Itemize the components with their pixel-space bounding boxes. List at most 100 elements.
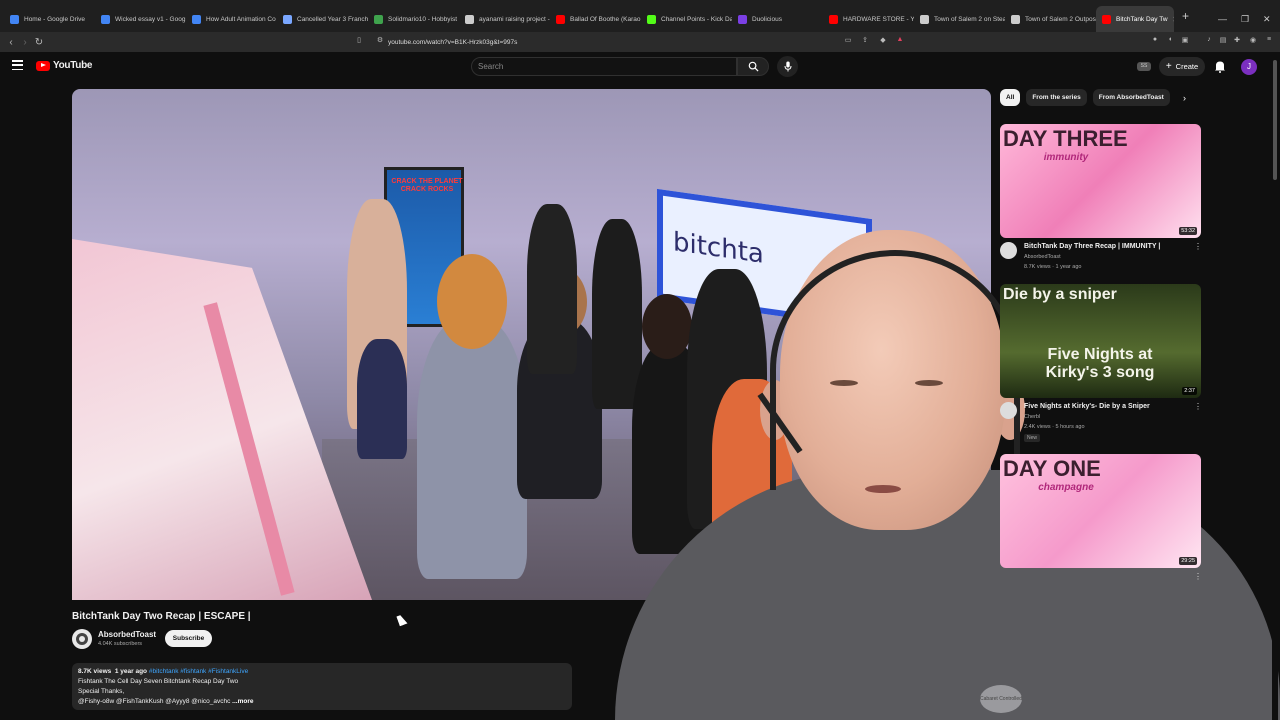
channel-avatar[interactable] (1000, 242, 1017, 259)
reload-icon[interactable]: ↻ (32, 37, 46, 48)
tab-label: Town of Salem 2 Outpos (1025, 15, 1096, 23)
webcam-mouth (865, 485, 901, 493)
tab-favicon-icon (920, 14, 929, 24)
address-bar[interactable]: youtube.com/watch?v=B1K-Hrzk03g&t=997s (370, 35, 910, 49)
description-line: Fishtank The Cell Day Seven Bitchtank Re… (78, 678, 239, 685)
notifications-bell-icon[interactable] (1214, 60, 1226, 73)
search-input[interactable]: Search (471, 57, 737, 76)
recommended-video[interactable]: DAY ONE champagne 29:25 ⋮ (1000, 454, 1202, 581)
tab-favicon-icon (738, 14, 747, 24)
browser-tab[interactable]: Home - Google Drive (4, 6, 95, 32)
description-box[interactable]: 8.7K views 1 year ago #bitchtank #fishta… (72, 663, 572, 710)
subscribe-button[interactable]: Subscribe (165, 630, 212, 647)
filter-chip[interactable]: All (1000, 89, 1021, 106)
video-duration: 2:37 (1182, 387, 1197, 395)
thumbnail-title-text: Die by a sniper (1003, 286, 1117, 303)
chevron-right-icon[interactable]: › (1183, 93, 1186, 103)
channel-avatar[interactable] (72, 629, 92, 649)
recommended-video-title: Five Nights at Kirky's- Die by a Sniper (1024, 403, 1150, 410)
description-meta: 8.7K views 1 year ago #bitchtank #fishta… (78, 667, 566, 677)
webcam-eye (830, 380, 858, 386)
browser-tab[interactable]: Ballad Of Boothe (Karao (550, 6, 641, 32)
show-more-link[interactable]: ...more (232, 698, 253, 705)
scene-screen-left-text: CRACK THE PLANET CRACK ROCKS (391, 178, 463, 194)
video-thumbnail[interactable]: Die by a sniper Five Nights at Kirky's 3 … (1000, 284, 1201, 398)
browser-tab[interactable]: Channel Points - Kick Da (641, 6, 732, 32)
upload-age: 1 year ago (114, 668, 148, 675)
channel-name[interactable]: AbsorbedToast (98, 630, 156, 639)
tab-favicon-icon (647, 14, 656, 24)
recommended-video-channel[interactable]: Cherbl (1024, 414, 1040, 420)
more-options-icon[interactable]: ⋮ (1194, 572, 1202, 581)
new-tab-button[interactable]: + (1182, 9, 1189, 23)
close-window-icon[interactable]: ✕ (1263, 14, 1271, 25)
browser-menu-icon[interactable]: ≡ (1264, 36, 1274, 46)
share-icon[interactable]: ⇪ (860, 36, 870, 46)
video-duration: 29:25 (1179, 557, 1197, 565)
music-icon[interactable]: ♪ (1204, 36, 1214, 46)
maximize-icon[interactable]: ❐ (1241, 14, 1249, 25)
bookmark-icon[interactable]: ▯ (354, 36, 364, 46)
tab-favicon-icon (1102, 14, 1111, 24)
browser-tab[interactable]: BitchTank Day Tw ✕ (1096, 6, 1174, 32)
video-thumbnail[interactable]: DAY THREE immunity 53:32 (1000, 124, 1201, 238)
extension-icon-3[interactable]: ◐ (1166, 36, 1176, 46)
hamburger-menu-icon[interactable] (12, 60, 23, 70)
description-mentions: @Fishy-o8w @FishTankKush @Ayyy8 @nico_av… (78, 698, 231, 705)
back-icon[interactable]: ‹ (4, 37, 18, 48)
voice-search-button[interactable] (777, 56, 798, 77)
filter-chip[interactable]: From AbsorbedToast (1092, 89, 1170, 106)
recommended-video[interactable]: DAY THREE immunity 53:32 BitchTank Day Thre… (1000, 124, 1202, 270)
tab-close-icon[interactable]: ✕ (1173, 15, 1174, 24)
search-button[interactable] (737, 57, 769, 76)
minimize-icon[interactable]: — (1218, 14, 1227, 24)
extension-icon[interactable]: ▲ (895, 36, 905, 46)
search-icon (748, 61, 759, 72)
browser-tab[interactable]: Solidmario10 - Hobbyist (368, 6, 459, 32)
hashtags[interactable]: #bitchtank #fishtank #FishtankLive (149, 668, 248, 675)
shirt-logo: Cabaret Controlled (980, 685, 1022, 713)
recommended-video-channel[interactable]: AbsorbedToast (1024, 254, 1061, 260)
browser-tab[interactable]: Cancelled Year 3 Franch (277, 6, 368, 32)
tab-label: Solidmario10 - Hobbyist (388, 15, 458, 23)
scrollbar-thumb[interactable] (1273, 60, 1277, 180)
recommended-video[interactable]: Die by a sniper Five Nights at Kirky's 3 … (1000, 284, 1202, 442)
ss-badge[interactable]: SS (1137, 62, 1151, 71)
thumbnail-subtitle-text: Five Nights at Kirky's 3 song (1045, 346, 1155, 381)
screen-icon[interactable]: ▭ (843, 36, 853, 46)
filter-chip[interactable]: From the series (1026, 89, 1087, 106)
browser-tab[interactable]: Wicked essay v1 - Goog (95, 6, 186, 32)
site-info-icon[interactable]: ⚙ (375, 36, 385, 46)
microphone-icon (784, 61, 791, 72)
extension-icon-4[interactable]: ▣ (1180, 36, 1190, 46)
browser-tab[interactable]: How Adult Animation Co (186, 6, 277, 32)
youtube-logo[interactable]: YouTube (36, 60, 93, 71)
scene-person-head (437, 254, 507, 349)
browser-tab[interactable]: Town of Salem 2 on Stea (914, 6, 1005, 32)
recommended-video-stats: 2.4K views · 5 hours ago (1024, 424, 1085, 430)
video-thumbnail[interactable]: DAY ONE champagne 29:25 (1000, 454, 1201, 568)
extension-icon-5[interactable]: ▤ (1218, 36, 1228, 46)
shield-icon[interactable]: ◆ (878, 36, 888, 46)
create-button[interactable]: + Create (1159, 57, 1205, 76)
description-line: @Fishy-o8w @FishTankKush @Ayyy8 @nico_av… (78, 697, 566, 707)
puzzle-icon[interactable]: ✚ (1232, 36, 1242, 46)
channel-avatar[interactable] (1000, 402, 1017, 419)
extension-icon-2[interactable]: ● (1150, 36, 1160, 46)
browser-tab[interactable]: ayanami raising project - (459, 6, 550, 32)
video-title: BitchTank Day Two Recap | ESCAPE | (72, 611, 251, 622)
tab-favicon-icon (374, 14, 383, 24)
tab-label: Town of Salem 2 on Stea (934, 15, 1005, 23)
scene-bed (72, 239, 372, 600)
thumbnail-subtitle-text: champagne (1038, 482, 1094, 493)
profile-icon[interactable]: ◉ (1248, 36, 1258, 46)
more-options-icon[interactable]: ⋮ (1194, 242, 1202, 251)
account-avatar[interactable]: J (1241, 59, 1257, 75)
more-options-icon[interactable]: ⋮ (1194, 402, 1202, 411)
browser-tab[interactable]: HARDWARE STORE - Yo (823, 6, 914, 32)
forward-icon[interactable]: › (18, 37, 32, 48)
browser-tab[interactable]: Duolicious (732, 6, 823, 32)
browser-tab[interactable]: Town of Salem 2 Outpos (1005, 6, 1096, 32)
thumbnail-subtitle-text: immunity (1043, 152, 1089, 163)
url-text: youtube.com/watch?v=B1K-Hrzk03g&t=997s (388, 38, 518, 46)
